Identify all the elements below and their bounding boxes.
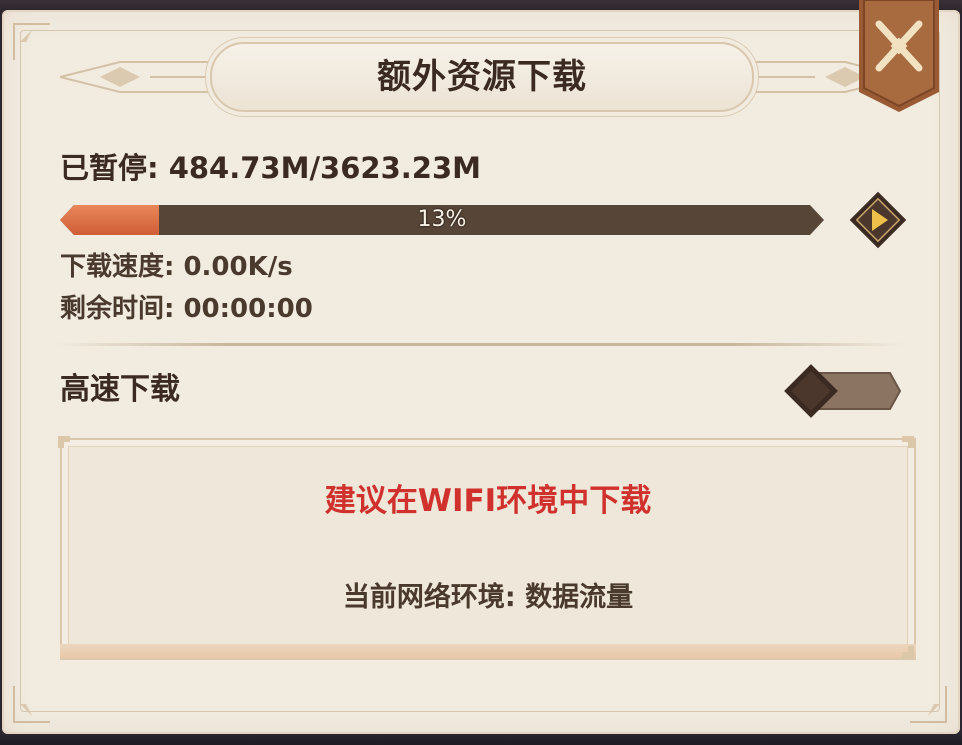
resume-download-button[interactable] xyxy=(846,188,910,252)
download-progress-bar: 13% xyxy=(60,205,824,235)
section-divider xyxy=(55,343,905,346)
network-notice-box xyxy=(60,438,916,660)
wifi-recommendation: 建议在WIFI环境中下载 xyxy=(324,483,652,519)
download-status: 已暂停: 484.73M/3623.23M xyxy=(60,151,481,185)
close-button[interactable] xyxy=(859,0,939,112)
corner-ornament-bottom-right xyxy=(910,686,947,723)
progress-percent: 13% xyxy=(417,207,467,232)
title-ornament-left xyxy=(60,61,230,93)
download-speed: 下载速度: 0.00K/s xyxy=(60,252,293,282)
notice-corner-bottom-right xyxy=(902,646,914,658)
fast-download-label: 高速下载 xyxy=(60,372,180,407)
current-network: 当前网络环境: 数据流量 xyxy=(342,582,634,613)
corner-ornament-bottom-left xyxy=(13,686,50,723)
dialog-title: 额外资源下载 xyxy=(377,57,587,97)
corner-ornament-top-left xyxy=(13,23,50,60)
remaining-time: 剩余时间: 00:00:00 xyxy=(60,294,313,324)
notice-corner-top-right xyxy=(902,436,914,448)
notice-corner-top-left xyxy=(58,436,70,448)
notice-box-bottom-band xyxy=(60,644,916,658)
fast-download-toggle[interactable] xyxy=(780,360,902,422)
